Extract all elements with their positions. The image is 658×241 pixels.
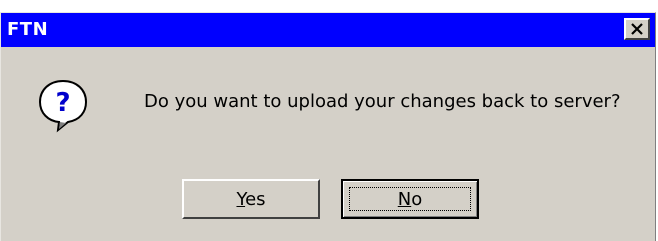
question-icon: ? bbox=[38, 79, 88, 133]
focus-indicator bbox=[349, 187, 471, 211]
yes-button[interactable]: Yes bbox=[182, 179, 320, 219]
close-button[interactable] bbox=[624, 18, 650, 40]
no-button[interactable]: No bbox=[341, 179, 479, 219]
close-icon bbox=[631, 23, 643, 35]
svg-text:?: ? bbox=[55, 88, 70, 118]
title-bar[interactable]: FTN bbox=[1, 13, 655, 47]
dialog-message: Do you want to upload your changes back … bbox=[144, 91, 621, 112]
yes-button-label: Yes bbox=[236, 188, 266, 210]
message-dialog: FTN ? Do you want to upload your changes… bbox=[0, 12, 656, 241]
window-title: FTN bbox=[7, 19, 49, 40]
